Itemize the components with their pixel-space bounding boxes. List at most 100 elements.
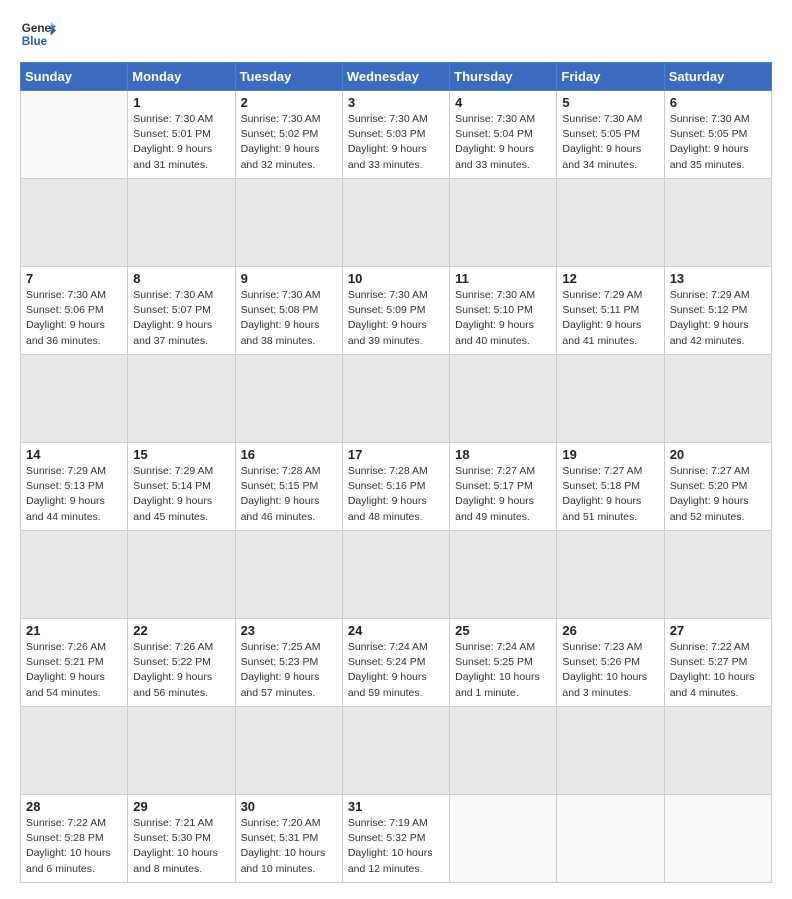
header: General Blue — [20, 16, 772, 52]
divider-cell — [450, 179, 557, 267]
calendar-day-cell: 19 Sunrise: 7:27 AM Sunset: 5:18 PM Dayli… — [557, 443, 664, 531]
day-info: Sunrise: 7:30 AM Sunset: 5:05 PM Dayligh… — [562, 112, 658, 173]
calendar-day-cell: 1Sunrise: 7:30 AM Sunset: 5:01 PM Daylig… — [128, 91, 235, 179]
calendar-day-cell: 22Sunrise: 7:26 AM Sunset: 5:22 PM Dayli… — [128, 619, 235, 707]
calendar-day-cell: 10Sunrise: 7:30 AM Sunset: 5:09 PM Dayli… — [342, 267, 449, 355]
day-info: Sunrise: 7:30 AM Sunset: 5:03 PM Dayligh… — [348, 112, 444, 173]
calendar-day-cell — [557, 795, 664, 883]
divider-cell — [664, 179, 771, 267]
day-number: 23 — [241, 623, 337, 638]
day-info: Sunrise: 7:26 AM Sunset: 5:21 PM Dayligh… — [26, 640, 122, 701]
day-info: Sunrise: 7:28 AM Sunset: 5:16 PM Dayligh… — [348, 464, 444, 525]
day-info: Sunrise: 7:29 AM Sunset: 5:12 PM Dayligh… — [670, 288, 766, 349]
week-divider-row — [21, 531, 772, 619]
day-number: 7 — [26, 271, 122, 286]
calendar-day-cell: 13 Sunrise: 7:29 AM Sunset: 5:12 PM Dayli… — [664, 267, 771, 355]
divider-cell — [342, 531, 449, 619]
divider-cell — [342, 179, 449, 267]
divider-cell — [342, 355, 449, 443]
week-divider-row — [21, 179, 772, 267]
divider-cell — [235, 355, 342, 443]
calendar-day-cell: 29Sunrise: 7:21 AM Sunset: 5:30 PM Dayli… — [128, 795, 235, 883]
calendar-day-cell: 30 Sunrise: 7:20 AM Sunset: 5:31 PM Dayli… — [235, 795, 342, 883]
divider-cell — [664, 707, 771, 795]
divider-cell — [342, 707, 449, 795]
divider-cell — [450, 531, 557, 619]
day-info: Sunrise: 7:20 AM Sunset: 5:31 PM Dayligh… — [241, 816, 337, 877]
calendar-day-cell: 6Sunrise: 7:30 AM Sunset: 5:05 PM Daylig… — [664, 91, 771, 179]
day-number: 20 — [670, 447, 766, 462]
day-number: 28 — [26, 799, 122, 814]
day-info: Sunrise: 7:19 AM Sunset: 5:32 PM Dayligh… — [348, 816, 444, 877]
day-number: 25 — [455, 623, 551, 638]
divider-cell — [450, 355, 557, 443]
day-number: 24 — [348, 623, 444, 638]
divider-cell — [450, 707, 557, 795]
calendar-day-cell — [450, 795, 557, 883]
day-info: Sunrise: 7:24 AM Sunset: 5:25 PM Dayligh… — [455, 640, 551, 701]
calendar-day-cell: 23 Sunrise: 7:25 AM Sunset: 5:23 PM Dayli… — [235, 619, 342, 707]
day-number: 17 — [348, 447, 444, 462]
weekday-header-cell: Monday — [128, 63, 235, 91]
divider-cell — [557, 707, 664, 795]
calendar-day-cell — [21, 91, 128, 179]
day-info: Sunrise: 7:30 AM Sunset: 5:08 PM Dayligh… — [241, 288, 337, 349]
day-info: Sunrise: 7:25 AM Sunset: 5:23 PM Dayligh… — [241, 640, 337, 701]
calendar-day-cell: 7Sunrise: 7:30 AM Sunset: 5:06 PM Daylig… — [21, 267, 128, 355]
weekday-header-row: SundayMondayTuesdayWednesdayThursdayFrid… — [21, 63, 772, 91]
weekday-header-cell: Sunday — [21, 63, 128, 91]
day-info: Sunrise: 7:30 AM Sunset: 5:10 PM Dayligh… — [455, 288, 551, 349]
day-number: 16 — [241, 447, 337, 462]
day-info: Sunrise: 7:21 AM Sunset: 5:30 PM Dayligh… — [133, 816, 229, 877]
day-number: 14 — [26, 447, 122, 462]
divider-cell — [21, 707, 128, 795]
calendar-day-cell: 5 Sunrise: 7:30 AM Sunset: 5:05 PM Daylig… — [557, 91, 664, 179]
day-info: Sunrise: 7:30 AM Sunset: 5:05 PM Dayligh… — [670, 112, 766, 173]
day-number: 26 — [562, 623, 658, 638]
weekday-header-cell: Friday — [557, 63, 664, 91]
day-info: Sunrise: 7:22 AM Sunset: 5:28 PM Dayligh… — [26, 816, 122, 877]
calendar-day-cell: 12Sunrise: 7:29 AM Sunset: 5:11 PM Dayli… — [557, 267, 664, 355]
calendar-week-row: 28 Sunrise: 7:22 AM Sunset: 5:28 PM Dayli… — [21, 795, 772, 883]
day-number: 5 — [562, 95, 658, 110]
day-info: Sunrise: 7:24 AM Sunset: 5:24 PM Dayligh… — [348, 640, 444, 701]
calendar-day-cell: 18Sunrise: 7:27 AM Sunset: 5:17 PM Dayli… — [450, 443, 557, 531]
day-number: 31 — [348, 799, 444, 814]
weekday-header-cell: Wednesday — [342, 63, 449, 91]
divider-cell — [664, 355, 771, 443]
calendar-day-cell — [664, 795, 771, 883]
calendar-day-cell: 25 Sunrise: 7:24 AM Sunset: 5:25 PM Dayli… — [450, 619, 557, 707]
day-number: 11 — [455, 271, 551, 286]
day-number: 19 — [562, 447, 658, 462]
day-number: 13 — [670, 271, 766, 286]
divider-cell — [235, 179, 342, 267]
week-divider-row — [21, 707, 772, 795]
divider-cell — [557, 531, 664, 619]
day-info: Sunrise: 7:22 AM Sunset: 5:27 PM Dayligh… — [670, 640, 766, 701]
weekday-header-cell: Thursday — [450, 63, 557, 91]
day-number: 30 — [241, 799, 337, 814]
day-info: Sunrise: 7:29 AM Sunset: 5:14 PM Dayligh… — [133, 464, 229, 525]
day-info: Sunrise: 7:27 AM Sunset: 5:18 PM Dayligh… — [562, 464, 658, 525]
day-number: 2 — [241, 95, 337, 110]
day-info: Sunrise: 7:30 AM Sunset: 5:09 PM Dayligh… — [348, 288, 444, 349]
calendar-day-cell: 20 Sunrise: 7:27 AM Sunset: 5:20 PM Dayli… — [664, 443, 771, 531]
week-divider-row — [21, 355, 772, 443]
calendar-week-row: 14Sunrise: 7:29 AM Sunset: 5:13 PM Dayli… — [21, 443, 772, 531]
day-info: Sunrise: 7:30 AM Sunset: 5:07 PM Dayligh… — [133, 288, 229, 349]
day-number: 8 — [133, 271, 229, 286]
divider-cell — [235, 707, 342, 795]
divider-cell — [557, 179, 664, 267]
day-number: 1 — [133, 95, 229, 110]
calendar-body: 1Sunrise: 7:30 AM Sunset: 5:01 PM Daylig… — [21, 91, 772, 883]
day-info: Sunrise: 7:23 AM Sunset: 5:26 PM Dayligh… — [562, 640, 658, 701]
calendar-day-cell: 15Sunrise: 7:29 AM Sunset: 5:14 PM Dayli… — [128, 443, 235, 531]
svg-text:Blue: Blue — [22, 35, 48, 48]
day-info: Sunrise: 7:27 AM Sunset: 5:20 PM Dayligh… — [670, 464, 766, 525]
day-number: 18 — [455, 447, 551, 462]
calendar-day-cell: 9Sunrise: 7:30 AM Sunset: 5:08 PM Daylig… — [235, 267, 342, 355]
day-number: 22 — [133, 623, 229, 638]
calendar-day-cell: 26 Sunrise: 7:23 AM Sunset: 5:26 PM Dayli… — [557, 619, 664, 707]
day-number: 3 — [348, 95, 444, 110]
day-number: 4 — [455, 95, 551, 110]
